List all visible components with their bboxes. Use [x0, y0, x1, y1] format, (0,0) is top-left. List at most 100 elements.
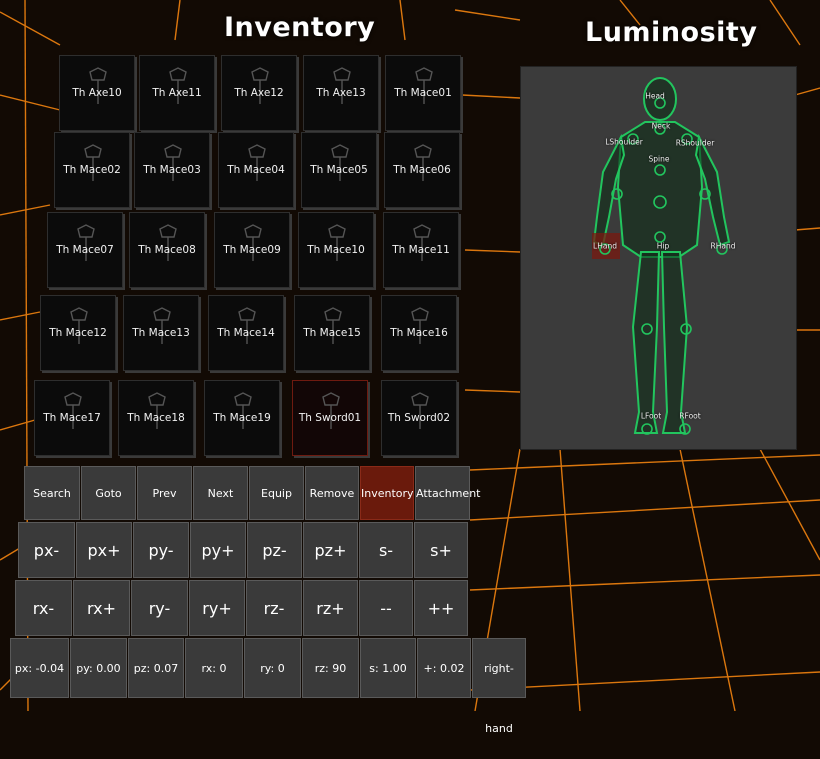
inventory-slot-label: Th Sword02 — [387, 412, 451, 424]
inventory-slot-label: Th Mace16 — [390, 327, 448, 339]
figure-left-leg — [631, 251, 661, 434]
inventory-slot[interactable]: Th Mace13 — [123, 295, 199, 371]
figure-right-leg — [660, 251, 689, 434]
inventory-slot-label: Th Axe12 — [234, 87, 284, 99]
joint-label-rhand: RHand — [710, 241, 736, 251]
joint-label-rfoot: RFoot — [679, 411, 701, 421]
button-item-7[interactable]: ++ — [414, 580, 468, 636]
inventory-slot[interactable]: Th Axe10 — [59, 55, 135, 131]
inventory-slot[interactable]: Th Mace05 — [301, 132, 377, 208]
inventory-title: Inventory — [224, 12, 376, 43]
weapon-icon — [244, 224, 262, 261]
inventory-slot-label: Th Axe13 — [316, 87, 366, 99]
luminosity-body-panel: Head Neck LShoulder RShoulder Spine LHan… — [521, 67, 796, 449]
inventory-slot-label: Th Mace04 — [227, 164, 285, 176]
joint-label-spine: Spine — [648, 154, 670, 164]
button-ry[interactable]: ry+ — [189, 580, 245, 636]
inventory-slot[interactable]: Th Mace16 — [381, 295, 457, 371]
button-s[interactable]: s+ — [414, 522, 468, 578]
inventory-slot[interactable]: Th Mace10 — [298, 212, 374, 288]
joint-label-lfoot: LFoot — [640, 411, 662, 421]
inventory-slot[interactable]: Th Mace02 — [54, 132, 130, 208]
inventory-slot[interactable]: Th Axe11 — [139, 55, 215, 131]
button-next[interactable]: Next — [193, 466, 248, 520]
weapon-icon — [89, 67, 107, 104]
luminosity-title: Luminosity — [585, 17, 758, 48]
button-rz[interactable]: rz+ — [303, 580, 358, 636]
inventory-slot[interactable]: Th Mace18 — [118, 380, 194, 456]
weapon-icon — [411, 392, 429, 429]
button-prev[interactable]: Prev — [137, 466, 192, 520]
weapon-icon — [322, 392, 340, 429]
weapon-icon — [238, 307, 256, 344]
inventory-slot-label: Th Mace10 — [307, 244, 365, 256]
button-attachment[interactable]: Attachment — [415, 466, 481, 520]
inventory-slot[interactable]: Th Mace15 — [294, 295, 370, 371]
button-remove[interactable]: Remove — [305, 466, 359, 520]
inventory-slot[interactable]: Th Axe13 — [303, 55, 379, 131]
button-rx[interactable]: rx- — [15, 580, 72, 636]
button-pz[interactable]: pz- — [247, 522, 302, 578]
inventory-slot[interactable]: Th Mace03 — [134, 132, 210, 208]
inventory-slot-label: Th Mace15 — [303, 327, 361, 339]
weapon-icon — [77, 224, 95, 261]
button-px[interactable]: px- — [18, 522, 75, 578]
button-s[interactable]: s- — [359, 522, 413, 578]
inventory-slot[interactable]: Th Mace11 — [383, 212, 459, 288]
inventory-slot-label: Th Mace09 — [223, 244, 281, 256]
inventory-slot-label: Th Mace17 — [43, 412, 101, 424]
inventory-slot[interactable]: Th Mace19 — [204, 380, 280, 456]
joint-label-neck: Neck — [651, 121, 671, 131]
weapon-icon — [415, 67, 433, 104]
button-px[interactable]: px+ — [76, 522, 132, 578]
button-goto[interactable]: Goto — [81, 466, 136, 520]
weapon-icon — [148, 392, 166, 429]
inventory-slot-label: Th Mace19 — [213, 412, 271, 424]
button-rx[interactable]: rx+ — [73, 580, 130, 636]
inventory-slot-label: Th Mace11 — [392, 244, 450, 256]
inventory-slot-label: Th Mace03 — [143, 164, 201, 176]
inventory-slot-label: Th Mace01 — [394, 87, 452, 99]
joint-label-hip: Hip — [656, 241, 670, 251]
inventory-slot[interactable]: Th Mace01 — [385, 55, 461, 131]
inventory-slot-label: Th Mace07 — [56, 244, 114, 256]
inventory-slot[interactable]: Th Mace07 — [47, 212, 123, 288]
joint-label-rshoulder: RShoulder — [675, 138, 715, 148]
weapon-icon — [411, 307, 429, 344]
inventory-slot[interactable]: Th Mace06 — [384, 132, 460, 208]
inventory-slot-label: Th Mace14 — [217, 327, 275, 339]
button-item-6[interactable]: -- — [359, 580, 413, 636]
value-px-0-04: px: -0.04 — [10, 638, 69, 698]
inventory-slot[interactable]: Th Mace17 — [34, 380, 110, 456]
inventory-slot[interactable]: Th Mace08 — [129, 212, 205, 288]
inventory-slot-label: Th Mace08 — [138, 244, 196, 256]
button-equip[interactable]: Equip — [249, 466, 304, 520]
button-ry[interactable]: ry- — [131, 580, 188, 636]
weapon-icon — [234, 392, 252, 429]
weapon-icon — [64, 392, 82, 429]
value-py-0-00: py: 0.00 — [70, 638, 127, 698]
weapon-icon — [164, 144, 182, 181]
inventory-slot[interactable]: Th Mace12 — [40, 295, 116, 371]
button-py[interactable]: py- — [133, 522, 189, 578]
inventory-slot[interactable]: Th Sword02 — [381, 380, 457, 456]
button-py[interactable]: py+ — [190, 522, 246, 578]
weapon-icon — [333, 67, 351, 104]
button-pz[interactable]: pz+ — [303, 522, 358, 578]
inventory-slot[interactable]: Th Axe12 — [221, 55, 297, 131]
inventory-slot[interactable]: Th Mace09 — [214, 212, 290, 288]
weapon-icon — [169, 67, 187, 104]
value-0-02: +: 0.02 — [417, 638, 471, 698]
inventory-slot[interactable]: Th Mace14 — [208, 295, 284, 371]
weapon-icon — [413, 224, 431, 261]
joint-label-lshoulder: LShoulder — [605, 137, 643, 147]
value-right-hand: right-hand — [472, 638, 526, 735]
inventory-slot[interactable]: Th Sword01 — [292, 380, 368, 456]
value-s-1-00: s: 1.00 — [360, 638, 416, 698]
inventory-slot-label: Th Mace06 — [393, 164, 451, 176]
button-inventory[interactable]: Inventory — [360, 466, 414, 520]
inventory-slot[interactable]: Th Mace04 — [218, 132, 294, 208]
button-rz[interactable]: rz- — [246, 580, 302, 636]
inventory-slot-label: Th Axe11 — [152, 87, 202, 99]
button-search[interactable]: Search — [24, 466, 80, 520]
